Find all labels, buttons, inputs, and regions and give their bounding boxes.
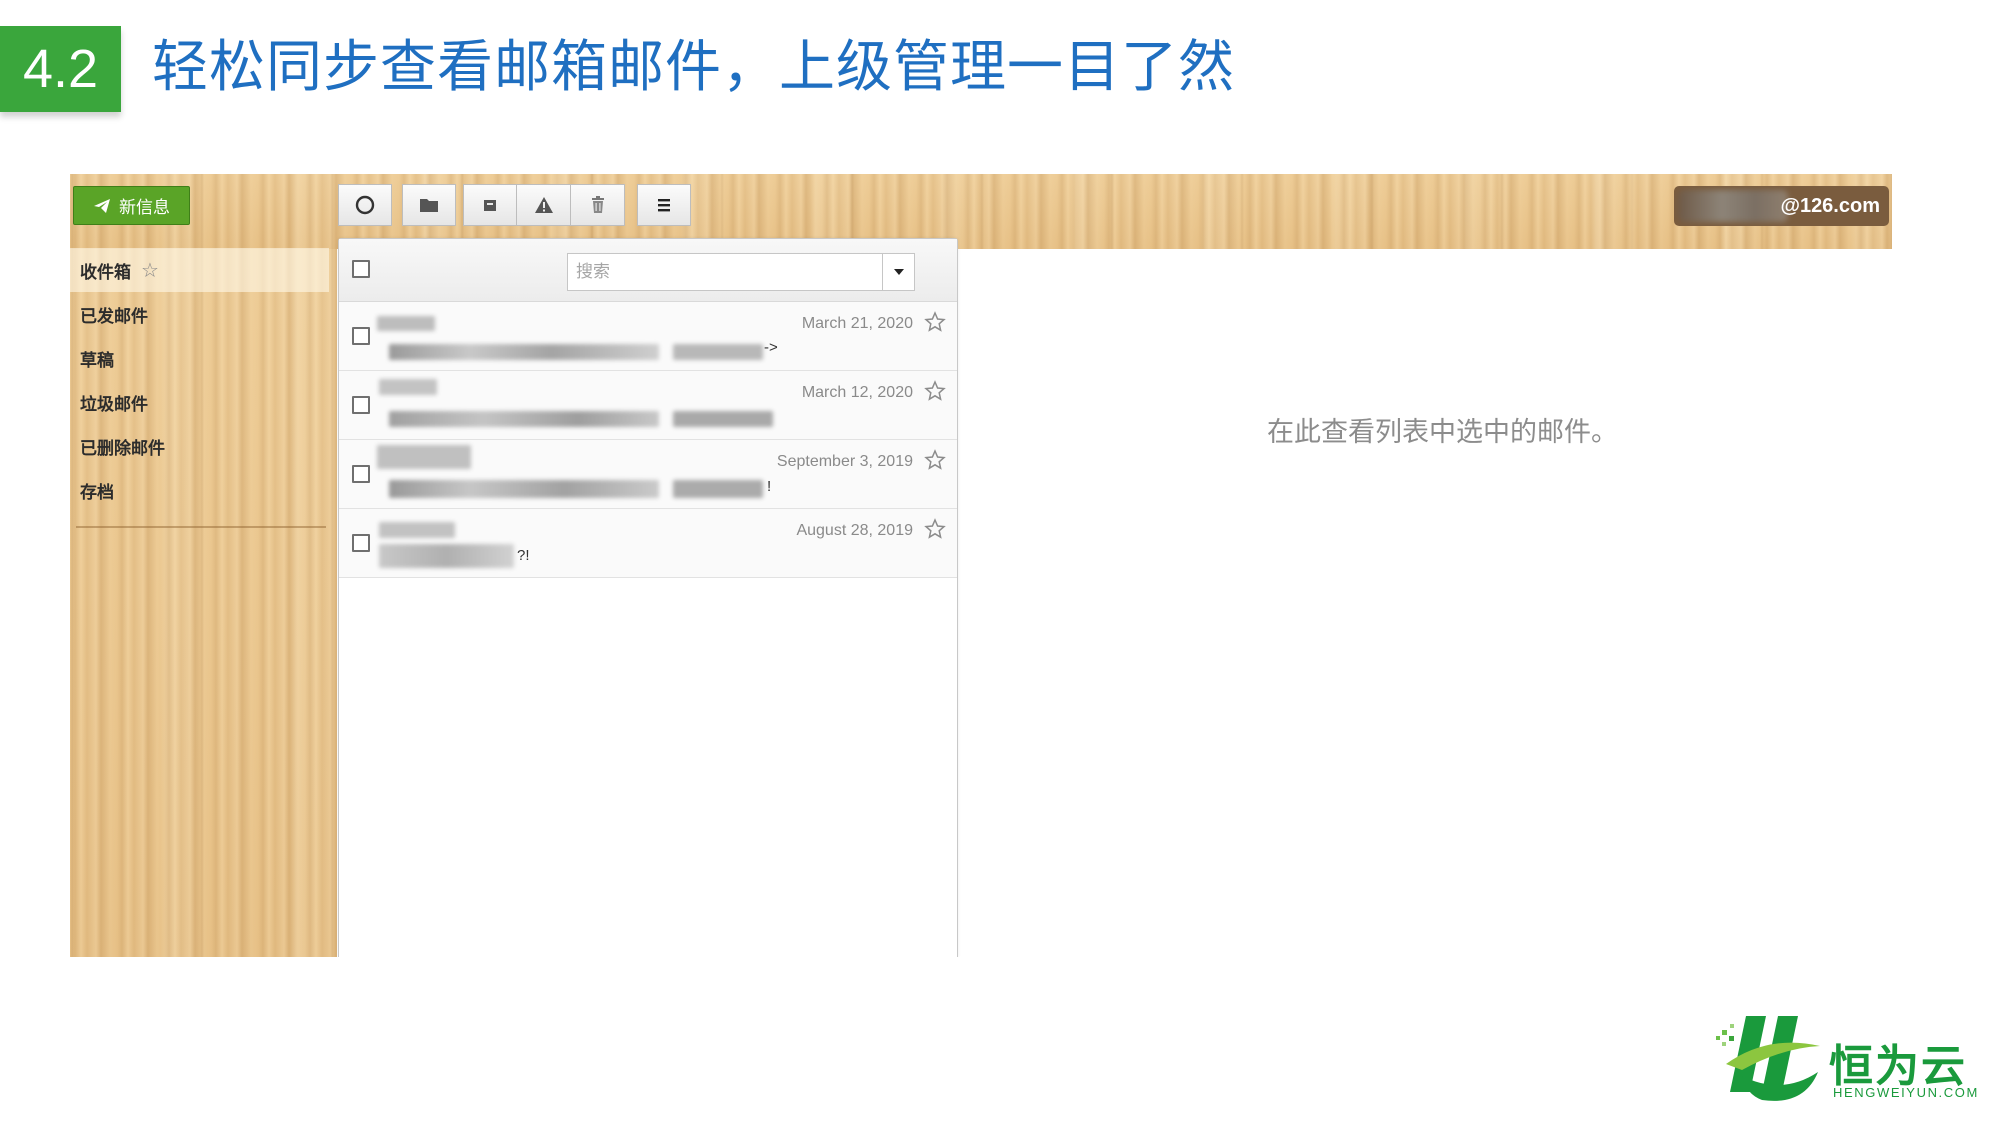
folder-list: 收件箱 ☆ 已发邮件 草稿 垃圾邮件 已删除邮件 存档 [70, 248, 329, 512]
folder-drafts[interactable]: 草稿 [70, 336, 329, 380]
message-list-header [339, 239, 957, 302]
trash-icon [591, 196, 604, 213]
menu-group [637, 184, 691, 226]
account-button[interactable]: @126.com [1674, 186, 1889, 226]
delete-button[interactable] [571, 184, 625, 226]
spam-button[interactable] [517, 184, 571, 226]
redacted-sender [379, 522, 455, 538]
warning-icon [534, 197, 553, 213]
redacted-subject [673, 411, 773, 427]
refresh-icon [355, 195, 375, 215]
caret-down-icon [893, 269, 904, 275]
folder-label: 收件箱 [80, 262, 131, 283]
mail-app-window: 新信息 @126.com 收件箱 ☆ 已发邮件 草稿 垃圾邮件 已删除邮件 存档… [70, 174, 1892, 957]
message-row[interactable]: March 12, 2020 [339, 371, 957, 440]
account-email-suffix: @126.com [1780, 194, 1880, 217]
star-outline-icon[interactable]: ☆ [141, 258, 159, 282]
message-row[interactable]: ! September 3, 2019 [339, 440, 957, 509]
redacted-subject [673, 344, 763, 360]
compose-button-label: 新信息 [119, 198, 170, 218]
message-list-panel: -> March 21, 2020 March 12, 2020 ! Septe… [338, 238, 958, 957]
compose-button[interactable]: 新信息 [73, 186, 190, 225]
folder-label: 已发邮件 [80, 306, 148, 327]
star-outline-icon[interactable] [924, 380, 946, 402]
redacted-subject [389, 411, 659, 427]
star-outline-icon[interactable] [924, 518, 946, 540]
folder-label: 已删除邮件 [80, 438, 165, 459]
section-number-badge: 4.2 [0, 26, 121, 112]
folder-deleted[interactable]: 已删除邮件 [70, 424, 329, 468]
folder-label: 草稿 [80, 350, 114, 371]
preview-empty-message: 在此查看列表中选中的邮件。 [1267, 417, 1618, 448]
message-date: September 3, 2019 [776, 453, 913, 470]
redacted-subject [389, 480, 659, 498]
preview-tail: ! [767, 478, 772, 495]
folder-sent[interactable]: 已发邮件 [70, 292, 329, 336]
star-outline-icon[interactable] [924, 311, 946, 333]
preview-tail: ?! [517, 547, 530, 564]
archive-button[interactable] [463, 184, 517, 226]
archive-icon [484, 200, 496, 211]
folder-label: 垃圾邮件 [80, 394, 148, 415]
search-input[interactable] [568, 254, 882, 290]
folder-archive[interactable]: 存档 [70, 468, 329, 512]
move-group [402, 184, 456, 226]
redacted-sender [377, 316, 435, 331]
redacted-subject [673, 480, 763, 498]
slide-title: 轻松同步查看邮箱邮件，上级管理一目了然 [152, 35, 1235, 100]
message-date: March 21, 2020 [801, 315, 913, 332]
folder-label: 存档 [80, 482, 114, 503]
menu-icon [658, 199, 670, 212]
search-box [567, 253, 915, 291]
redacted-sender [377, 445, 471, 469]
brand-name-en: HENGWEIYUN.COM [1833, 1085, 1979, 1100]
redacted-sender [379, 379, 437, 395]
move-to-folder-button[interactable] [402, 184, 456, 226]
sidebar-divider [76, 526, 326, 528]
brand-logo: 恒为云 HENGWEIYUN.COM [1712, 1012, 1992, 1110]
message-checkbox[interactable] [352, 396, 370, 414]
search-options-dropdown[interactable] [882, 254, 914, 290]
account-name-redacted [1678, 190, 1788, 222]
action-group [463, 184, 625, 226]
message-row[interactable]: -> March 21, 2020 [339, 302, 957, 371]
refresh-button[interactable] [338, 184, 392, 226]
folder-icon [420, 199, 438, 212]
message-checkbox[interactable] [352, 327, 370, 345]
star-outline-icon[interactable] [924, 449, 946, 471]
refresh-group [338, 184, 392, 226]
preview-tail: -> [764, 339, 778, 356]
message-checkbox[interactable] [352, 465, 370, 483]
folder-spam[interactable]: 垃圾邮件 [70, 380, 329, 424]
folder-inbox[interactable]: 收件箱 ☆ [70, 248, 329, 292]
select-all-checkbox[interactable] [352, 260, 370, 278]
message-checkbox[interactable] [352, 534, 370, 552]
redacted-subject [389, 344, 659, 360]
message-date: August 28, 2019 [796, 522, 913, 539]
more-menu-button[interactable] [637, 184, 691, 226]
message-row[interactable]: ?! August 28, 2019 [339, 509, 957, 578]
message-date: March 12, 2020 [801, 384, 913, 401]
hengweiyun-logo-icon [1716, 1016, 1820, 1101]
redacted-subject [379, 544, 514, 568]
send-icon [94, 198, 110, 213]
